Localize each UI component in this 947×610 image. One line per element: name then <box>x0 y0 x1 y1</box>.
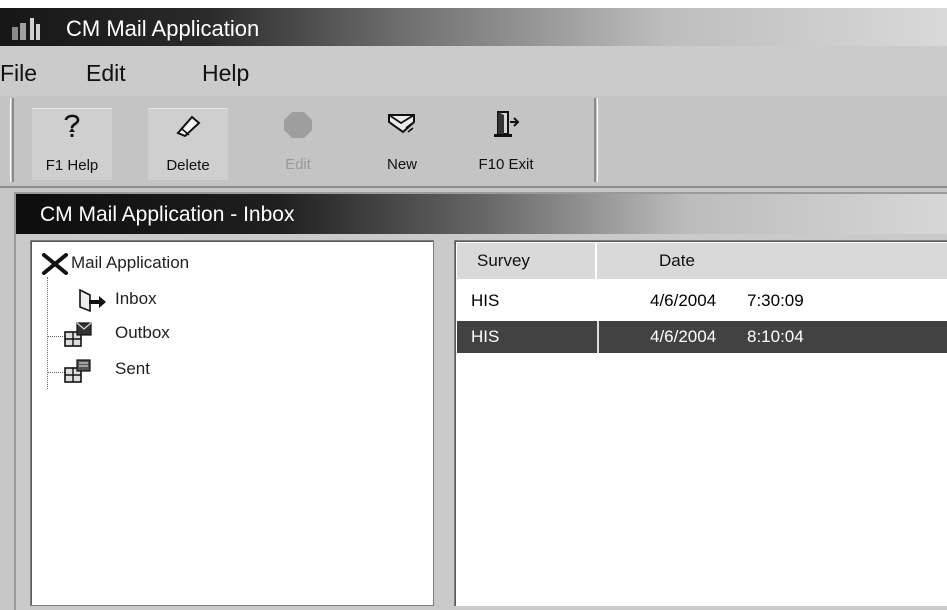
folder-tree: Mail Application Inbox Outbox Sent <box>30 240 434 606</box>
sent-icon <box>64 359 91 383</box>
delete-button[interactable]: Delete <box>148 108 228 180</box>
menu-help[interactable]: Help <box>202 60 249 87</box>
menu-edit[interactable]: Edit <box>86 60 126 87</box>
tree-item-sent-label: Sent <box>115 359 150 378</box>
new-mail-icon <box>388 114 415 134</box>
edit-icon <box>284 112 312 138</box>
app-icon <box>12 18 40 40</box>
edit-button-label: Edit <box>285 156 311 173</box>
column-header-survey[interactable]: Survey <box>457 243 597 279</box>
inbox-icon <box>79 288 106 313</box>
column-header-date[interactable]: Date <box>599 243 947 279</box>
cell-survey: HIS <box>471 291 500 310</box>
menu-file[interactable]: File <box>0 60 37 87</box>
toolbar: F1 Help Delete Edit New F10 Exit <box>0 96 947 188</box>
menu-bar: File Edit Help <box>0 46 947 96</box>
exit-door-icon <box>494 111 520 137</box>
new-button-label: New <box>386 156 417 173</box>
toolbar-separator <box>594 98 598 182</box>
eraser-icon <box>176 115 201 138</box>
cell-survey: HIS <box>471 327 500 346</box>
cell-time: 7:30:09 <box>747 291 804 310</box>
help-button[interactable]: F1 Help <box>32 108 112 180</box>
inbox-title-bar[interactable]: CM Mail Application - Inbox <box>16 194 947 234</box>
cell-date: 4/6/2004 <box>650 327 717 346</box>
table-row[interactable]: HIS 4/6/2004 7:30:09 <box>457 285 947 317</box>
new-button[interactable]: New <box>362 108 442 180</box>
inbox-title: CM Mail Application - Inbox <box>40 203 295 226</box>
inbox-window: CM Mail Application - Inbox Mail Applica… <box>14 192 947 610</box>
x-mail-icon <box>42 253 68 275</box>
tree-item-inbox-label: Inbox <box>115 289 157 308</box>
help-icon <box>64 114 80 137</box>
tree-root-label[interactable]: Mail Application <box>71 253 189 273</box>
exit-button[interactable]: F10 Exit <box>466 108 546 180</box>
window-title: CM Mail Application <box>66 16 260 41</box>
list-header: Survey Date <box>457 243 947 279</box>
cell-time: 8:10:04 <box>747 327 804 346</box>
outbox-icon <box>64 322 92 347</box>
toolbar-grip[interactable] <box>10 98 14 182</box>
app-window: CM Mail Application File Edit Help F1 He… <box>0 8 947 610</box>
column-divider <box>597 285 599 317</box>
table-row-selected[interactable]: HIS 4/6/2004 8:10:04 <box>457 321 947 353</box>
cell-date: 4/6/2004 <box>650 291 717 310</box>
column-divider <box>597 321 599 353</box>
help-button-label: F1 Help <box>45 157 99 174</box>
delete-button-label: Delete <box>166 157 210 174</box>
exit-button-label: F10 Exit <box>478 156 534 173</box>
message-list: Survey Date HIS 4/6/2004 7:30:09 HIS 4/6… <box>454 240 947 606</box>
edit-button[interactable]: Edit <box>258 108 338 180</box>
title-bar[interactable]: CM Mail Application <box>0 8 947 46</box>
tree-item-outbox-label: Outbox <box>115 323 170 342</box>
